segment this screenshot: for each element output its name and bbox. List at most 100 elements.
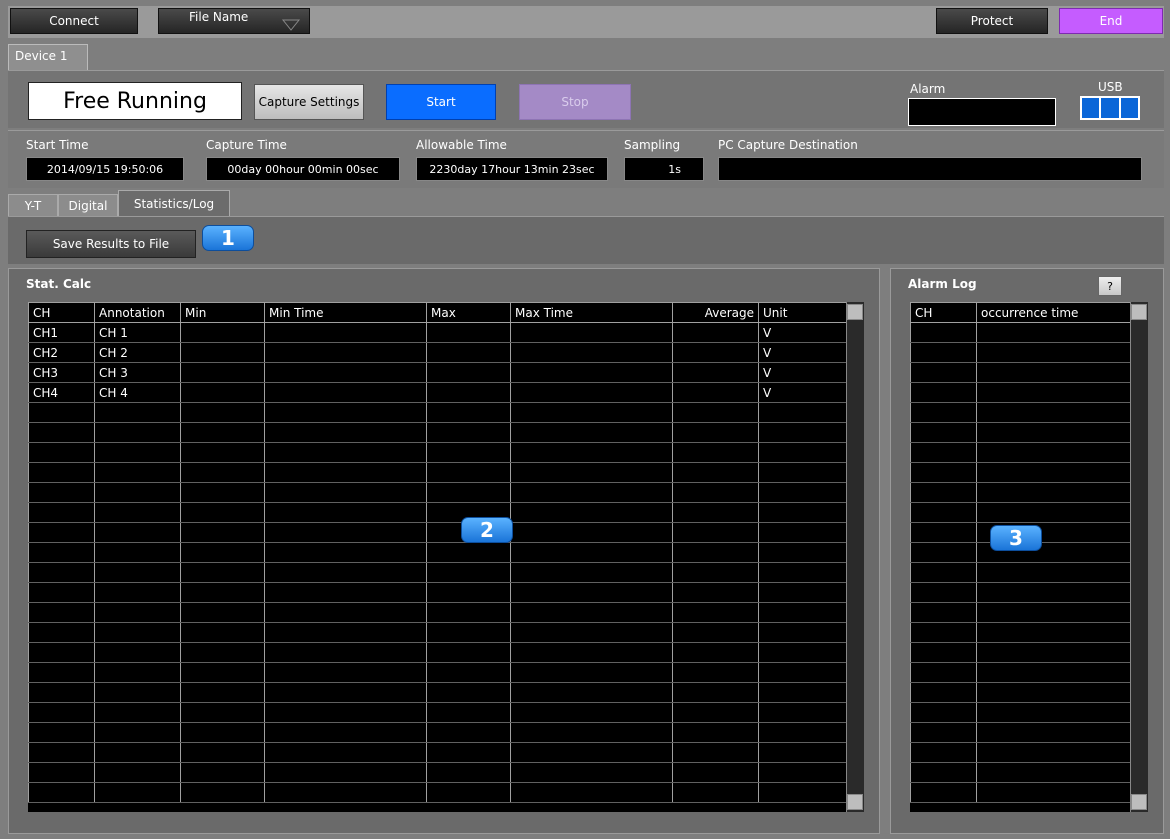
table-row[interactable]	[28, 782, 846, 803]
table-cell	[426, 722, 511, 743]
alarm-log-scrollbar[interactable]	[1130, 302, 1148, 812]
table-row[interactable]	[28, 602, 846, 623]
table-cell	[910, 622, 977, 643]
scroll-up-button[interactable]	[847, 304, 863, 320]
scroll-down-button[interactable]	[847, 794, 863, 810]
pc-capture-destination-field[interactable]	[718, 157, 1142, 181]
table-cell	[910, 602, 977, 623]
table-row[interactable]	[910, 342, 1130, 363]
col-header[interactable]: CH	[910, 302, 977, 323]
col-header[interactable]: Average	[672, 302, 759, 323]
table-row[interactable]	[910, 322, 1130, 343]
table-cell	[976, 322, 1130, 343]
tab-device-1[interactable]: Device 1	[8, 44, 88, 70]
table-cell	[28, 582, 95, 603]
table-row[interactable]	[28, 682, 846, 703]
col-header[interactable]: Max	[426, 302, 511, 323]
table-cell	[94, 682, 181, 703]
table-row[interactable]	[910, 602, 1130, 623]
table-row[interactable]	[28, 442, 846, 463]
table-row[interactable]	[28, 662, 846, 683]
table-row[interactable]	[910, 622, 1130, 643]
table-row[interactable]	[28, 522, 846, 543]
table-row[interactable]	[28, 642, 846, 663]
table-row[interactable]	[910, 662, 1130, 683]
table-row[interactable]	[910, 762, 1130, 783]
save-results-button[interactable]: Save Results to File	[26, 230, 196, 258]
stat-calc-table-wrap: CH Annotation Min Min Time Max Max Time …	[28, 302, 846, 812]
tab-digital[interactable]: Digital	[58, 194, 118, 216]
table-row[interactable]	[910, 382, 1130, 403]
table-row[interactable]	[910, 782, 1130, 803]
table-row[interactable]	[910, 362, 1130, 383]
table-cell: CH 4	[94, 382, 181, 403]
col-header[interactable]: occurrence time	[976, 302, 1130, 323]
table-cell: V	[758, 322, 846, 343]
table-cell	[910, 362, 977, 383]
table-row[interactable]	[28, 422, 846, 443]
tab-y-t[interactable]: Y-T	[8, 194, 58, 216]
col-header[interactable]: Max Time	[510, 302, 673, 323]
table-row[interactable]	[28, 462, 846, 483]
table-row[interactable]: CH1 CH 1 V	[28, 322, 846, 343]
table-cell	[94, 582, 181, 603]
table-cell	[426, 382, 511, 403]
table-row[interactable]	[28, 762, 846, 783]
table-row[interactable]	[28, 622, 846, 643]
table-row[interactable]	[28, 542, 846, 563]
table-row[interactable]	[28, 502, 846, 523]
table-cell	[672, 462, 759, 483]
table-row[interactable]	[910, 402, 1130, 423]
table-row[interactable]	[910, 502, 1130, 523]
table-row[interactable]	[28, 562, 846, 583]
table-row[interactable]	[910, 742, 1130, 763]
table-cell: CH1	[28, 322, 95, 343]
table-row[interactable]	[910, 482, 1130, 503]
start-button[interactable]: Start	[386, 84, 496, 120]
table-row[interactable]	[910, 462, 1130, 483]
col-header[interactable]: CH	[28, 302, 95, 323]
table-cell	[426, 762, 511, 783]
table-row[interactable]: CH4 CH 4 V	[28, 382, 846, 403]
table-row[interactable]: CH3 CH 3 V	[28, 362, 846, 383]
capture-settings-button[interactable]: Capture Settings	[254, 84, 364, 120]
table-cell	[976, 482, 1130, 503]
protect-button[interactable]: Protect	[936, 8, 1048, 34]
pc-capture-destination-label: PC Capture Destination	[718, 138, 858, 152]
table-row[interactable]	[28, 402, 846, 423]
table-row[interactable]: CH2 CH 2 V	[28, 342, 846, 363]
table-cell	[910, 542, 977, 563]
stat-calc-scrollbar[interactable]	[846, 302, 864, 812]
table-row[interactable]	[910, 682, 1130, 703]
table-cell	[180, 682, 265, 703]
table-cell	[976, 422, 1130, 443]
end-button[interactable]: End	[1059, 8, 1163, 34]
scroll-up-button[interactable]	[1131, 304, 1147, 320]
table-row[interactable]	[910, 422, 1130, 443]
col-header[interactable]: Unit	[758, 302, 846, 323]
table-row[interactable]	[28, 482, 846, 503]
col-header[interactable]: Min	[180, 302, 265, 323]
table-row[interactable]	[910, 722, 1130, 743]
table-row[interactable]	[910, 562, 1130, 583]
stop-button[interactable]: Stop	[519, 84, 631, 120]
tab-statistics-log[interactable]: Statistics/Log	[118, 190, 230, 216]
table-row[interactable]	[910, 702, 1130, 723]
allowable-time-value: 2230day 17hour 13min 23sec	[416, 157, 608, 181]
table-cell	[672, 522, 759, 543]
col-header[interactable]: Min Time	[264, 302, 427, 323]
table-row[interactable]	[28, 722, 846, 743]
table-row[interactable]	[910, 642, 1130, 663]
connect-button[interactable]: Connect	[10, 8, 138, 34]
table-row[interactable]	[28, 742, 846, 763]
col-header[interactable]: Annotation	[94, 302, 181, 323]
file-name-dropdown[interactable]: File Name	[158, 8, 310, 34]
table-row[interactable]	[28, 582, 846, 603]
help-button[interactable]: ?	[1098, 276, 1122, 296]
scroll-down-button[interactable]	[1131, 794, 1147, 810]
table-row[interactable]	[910, 582, 1130, 603]
table-row[interactable]	[910, 442, 1130, 463]
table-cell	[264, 702, 427, 723]
table-row[interactable]	[28, 702, 846, 723]
alarm-log-table-wrap: CH occurrence time	[910, 302, 1130, 812]
